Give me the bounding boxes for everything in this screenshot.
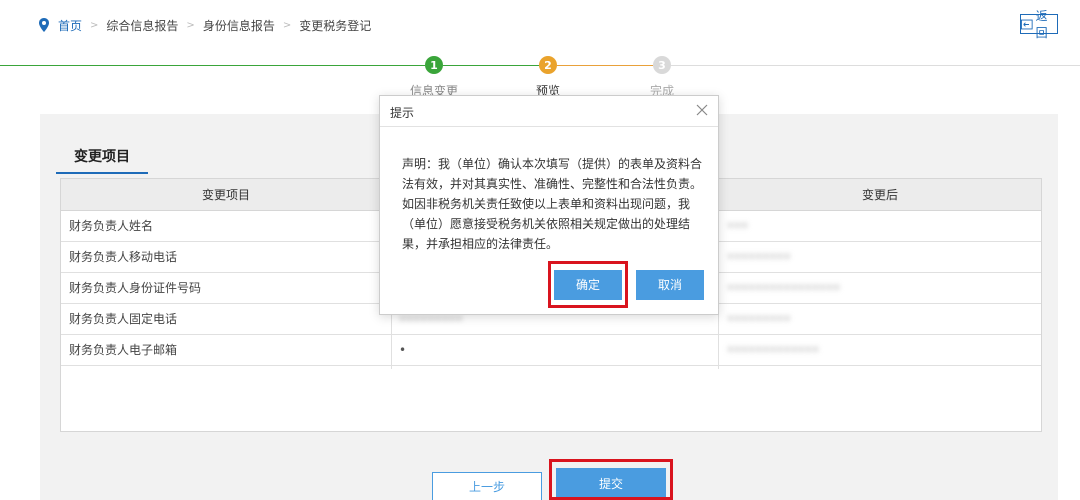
section-title-underline: [56, 172, 148, 174]
row-new-value: ••••••••••••••••: [727, 273, 840, 303]
cancel-button[interactable]: 取消: [636, 270, 704, 300]
table-row: 财务负责人电子邮箱 • •••••••••••••: [61, 335, 1041, 366]
stepper-line: [557, 65, 653, 66]
breadcrumb-item-identity[interactable]: 身份信息报告: [203, 17, 275, 34]
stepper-line: [0, 65, 425, 66]
breadcrumb-separator-icon: >: [282, 19, 292, 31]
back-label: 返回: [1035, 9, 1048, 40]
dialog-header: 提示: [380, 96, 718, 127]
dialog-title: 提示: [390, 106, 415, 120]
breadcrumb-home-link[interactable]: 首页: [58, 17, 82, 34]
back-icon: [1021, 19, 1033, 29]
row-new-value: •••••••••: [727, 242, 791, 272]
dialog-message: 声明：我（单位）确认本次填写（提供）的表单及资料合法有效，并对其真实性、准确性、…: [402, 157, 703, 251]
stepper-line: [443, 65, 539, 66]
row-item-name: 财务负责人身份证件号码: [69, 281, 202, 295]
redacted-value: •••••••••: [727, 312, 791, 326]
header-change-item: 变更项目: [201, 188, 250, 202]
previous-step-button[interactable]: 上一步: [432, 472, 542, 500]
row-old-value: •: [399, 343, 407, 357]
breadcrumb: 首页 > 综合信息报告 > 身份信息报告 > 变更税务登记: [38, 16, 371, 34]
row-new-value: •••••••••••••: [727, 335, 819, 365]
step-3-indicator: 3: [653, 56, 671, 74]
submit-highlight-box: [549, 459, 673, 500]
row-item-name: 财务负责人固定电话: [69, 312, 178, 326]
header-after: 变更后: [861, 188, 898, 202]
section-title: 变更项目: [74, 149, 130, 165]
close-icon[interactable]: [694, 102, 710, 118]
step-2-indicator: 2: [539, 56, 557, 74]
confirm-dialog: 提示 声明：我（单位）确认本次填写（提供）的表单及资料合法有效，并对其真实性、准…: [379, 95, 719, 315]
redacted-value: ••••••••••••••••: [727, 281, 841, 295]
breadcrumb-item-report[interactable]: 综合信息报告: [106, 17, 178, 34]
redacted-value: •••: [727, 219, 749, 233]
redacted-value: •••••••••: [727, 250, 791, 264]
row-item-name: 财务负责人姓名: [69, 219, 154, 233]
redacted-value: •••••••••••••: [727, 343, 820, 357]
step-1-indicator: 1: [425, 56, 443, 74]
stepper-line: [671, 65, 1080, 66]
back-button[interactable]: 返回: [1020, 9, 1058, 40]
row-new-value: •••••••••: [727, 304, 791, 334]
row-new-value: •••: [727, 211, 748, 241]
confirm-highlight-box: [548, 261, 628, 308]
row-item-name: 财务负责人电子邮箱: [69, 343, 178, 357]
location-pin-icon: [39, 18, 49, 32]
breadcrumb-item-current: 变更税务登记: [299, 18, 372, 33]
breadcrumb-separator-icon: >: [186, 19, 195, 31]
row-item-name: 财务负责人移动电话: [69, 250, 178, 264]
breadcrumb-separator-icon: >: [90, 19, 99, 31]
